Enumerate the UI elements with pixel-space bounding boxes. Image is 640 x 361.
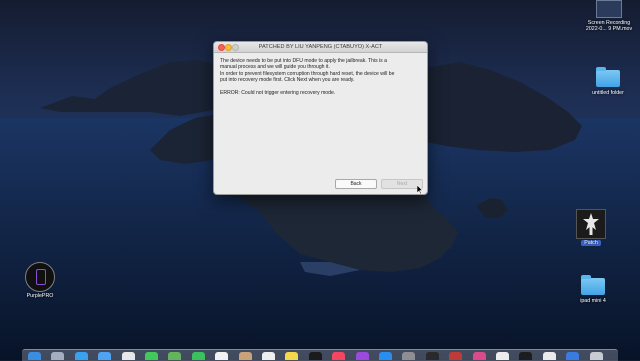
messages-icon[interactable] <box>145 352 158 360</box>
desktop-icon-label: 2022-0... 9 PM.mov <box>585 26 633 32</box>
terminal-icon[interactable] <box>425 352 439 360</box>
dialog-titlebar: PATCHED BY LIU YANPENG (CTABUYO) X-ACT <box>214 42 427 53</box>
mail-icon[interactable] <box>98 352 112 360</box>
contacts-icon[interactable] <box>238 352 252 360</box>
app-store-icon[interactable] <box>379 352 392 360</box>
untitled-folder[interactable]: untitled folder <box>580 67 636 96</box>
tv-icon[interactable] <box>308 352 322 360</box>
app-4-icon[interactable] <box>519 352 533 360</box>
launchpad-icon[interactable] <box>51 352 65 360</box>
patch-app-icon <box>576 209 606 239</box>
app-6-icon[interactable] <box>566 352 580 360</box>
system-preferences-icon[interactable] <box>402 352 416 360</box>
desktop-icon-label: ipad mini 4 <box>580 298 606 304</box>
desktop-icon-label: PurplePRO <box>26 293 54 299</box>
video-thumbnail-icon <box>596 0 622 18</box>
finder-icon[interactable] <box>28 352 41 360</box>
dialog-title: PATCHED BY LIU YANPENG (CTABUYO) X-ACT <box>258 44 383 50</box>
safari-icon[interactable] <box>74 352 88 360</box>
error-message: ERROR: Could not trigger entering recove… <box>220 89 336 96</box>
back-button[interactable]: Back <box>335 179 377 189</box>
mouse-cursor-icon <box>416 181 424 195</box>
maps-icon[interactable] <box>168 352 182 360</box>
patch-app[interactable]: Patch <box>575 209 607 246</box>
app-1-icon[interactable] <box>449 352 463 360</box>
screen-recording-file[interactable]: Screen Recording 2022-0... 9 PM.mov <box>580 0 638 32</box>
podcasts-icon[interactable] <box>355 352 369 360</box>
facetime-icon[interactable] <box>191 352 205 360</box>
desktop-icon-label: Patch <box>581 240 601 246</box>
folder-icon <box>596 67 620 87</box>
jailbreak-dialog: PATCHED BY LIU YANPENG (CTABUYO) X-ACT T… <box>213 41 428 195</box>
notes-icon[interactable] <box>285 352 299 360</box>
photos-icon[interactable] <box>121 352 135 360</box>
trash-icon[interactable] <box>589 352 603 360</box>
message-line: put into recovery mode first. Click Next… <box>220 77 355 84</box>
app-5-icon[interactable] <box>542 352 556 360</box>
purplepro-app-icon <box>25 262 55 292</box>
reminders-icon[interactable] <box>262 352 275 360</box>
ipad-mini-4-folder[interactable]: ipad mini 4 <box>573 275 613 304</box>
app-2-icon[interactable] <box>472 352 486 360</box>
music-icon[interactable] <box>332 352 346 360</box>
folder-icon <box>581 275 605 295</box>
desktop-icon-label: untitled folder <box>592 90 624 96</box>
purplepro-app[interactable]: PurplePRO <box>22 262 58 299</box>
dialog-content: The device needs to be put into DFU mode… <box>214 53 427 96</box>
calendar-icon[interactable] <box>215 352 229 360</box>
app-3-icon[interactable] <box>496 352 509 360</box>
